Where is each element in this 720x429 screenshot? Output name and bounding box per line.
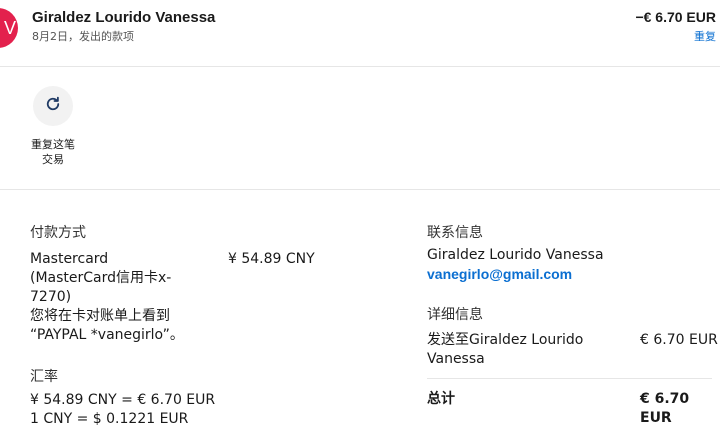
contact-email-link[interactable]: vanegirlo@gmail.com	[427, 266, 572, 282]
payment-method-line: 您将在卡对账单上看到	[30, 308, 170, 324]
contact-name: Giraldez Lourido Vanessa	[427, 247, 604, 263]
avatar: V	[0, 8, 18, 48]
transaction-amount: −€ 6.70 EUR	[635, 9, 716, 25]
exchange-rate-title: 汇率	[30, 369, 58, 385]
sent-to-label: Vanessa	[427, 351, 485, 367]
repeat-transaction-button[interactable]	[33, 86, 73, 126]
transaction-date: 8月2日，发出的款项	[32, 30, 134, 43]
payment-method-line: 7270)	[30, 289, 72, 305]
repeat-link[interactable]: 重复	[694, 28, 716, 44]
exchange-rate-line: 1 CNY = $ 0.1221 EUR	[30, 411, 189, 427]
payment-method-line: (MasterCard信用卡x-	[30, 270, 172, 286]
details-title: 详细信息	[427, 307, 483, 323]
refresh-icon	[44, 95, 62, 118]
total-label: 总计	[427, 391, 455, 407]
transaction-header: V Giraldez Lourido Vanessa 8月2日，发出的款项 −€…	[0, 0, 720, 67]
contact-info-title: 联系信息	[427, 225, 483, 241]
payment-method-title: 付款方式	[30, 225, 86, 241]
payment-method-line: “PAYPAL *vanegirlo”。	[30, 327, 184, 343]
repeat-transaction-label: 重复这笔 交易	[31, 138, 75, 166]
divider	[427, 378, 712, 379]
payment-method-line: Mastercard	[30, 251, 109, 267]
payee-name: Giraldez Lourido Vanessa	[32, 9, 216, 26]
sent-to-label: 发送至Giraldez Lourido	[427, 332, 584, 348]
action-area: 重复这笔 交易	[0, 67, 720, 190]
sent-amount: € 6.70 EUR	[640, 332, 718, 348]
total-amount: € 6.70 EUR	[640, 391, 690, 426]
payment-amount: ¥ 54.89 CNY	[228, 251, 315, 267]
exchange-rate-line: ¥ 54.89 CNY = € 6.70 EUR	[30, 392, 216, 408]
